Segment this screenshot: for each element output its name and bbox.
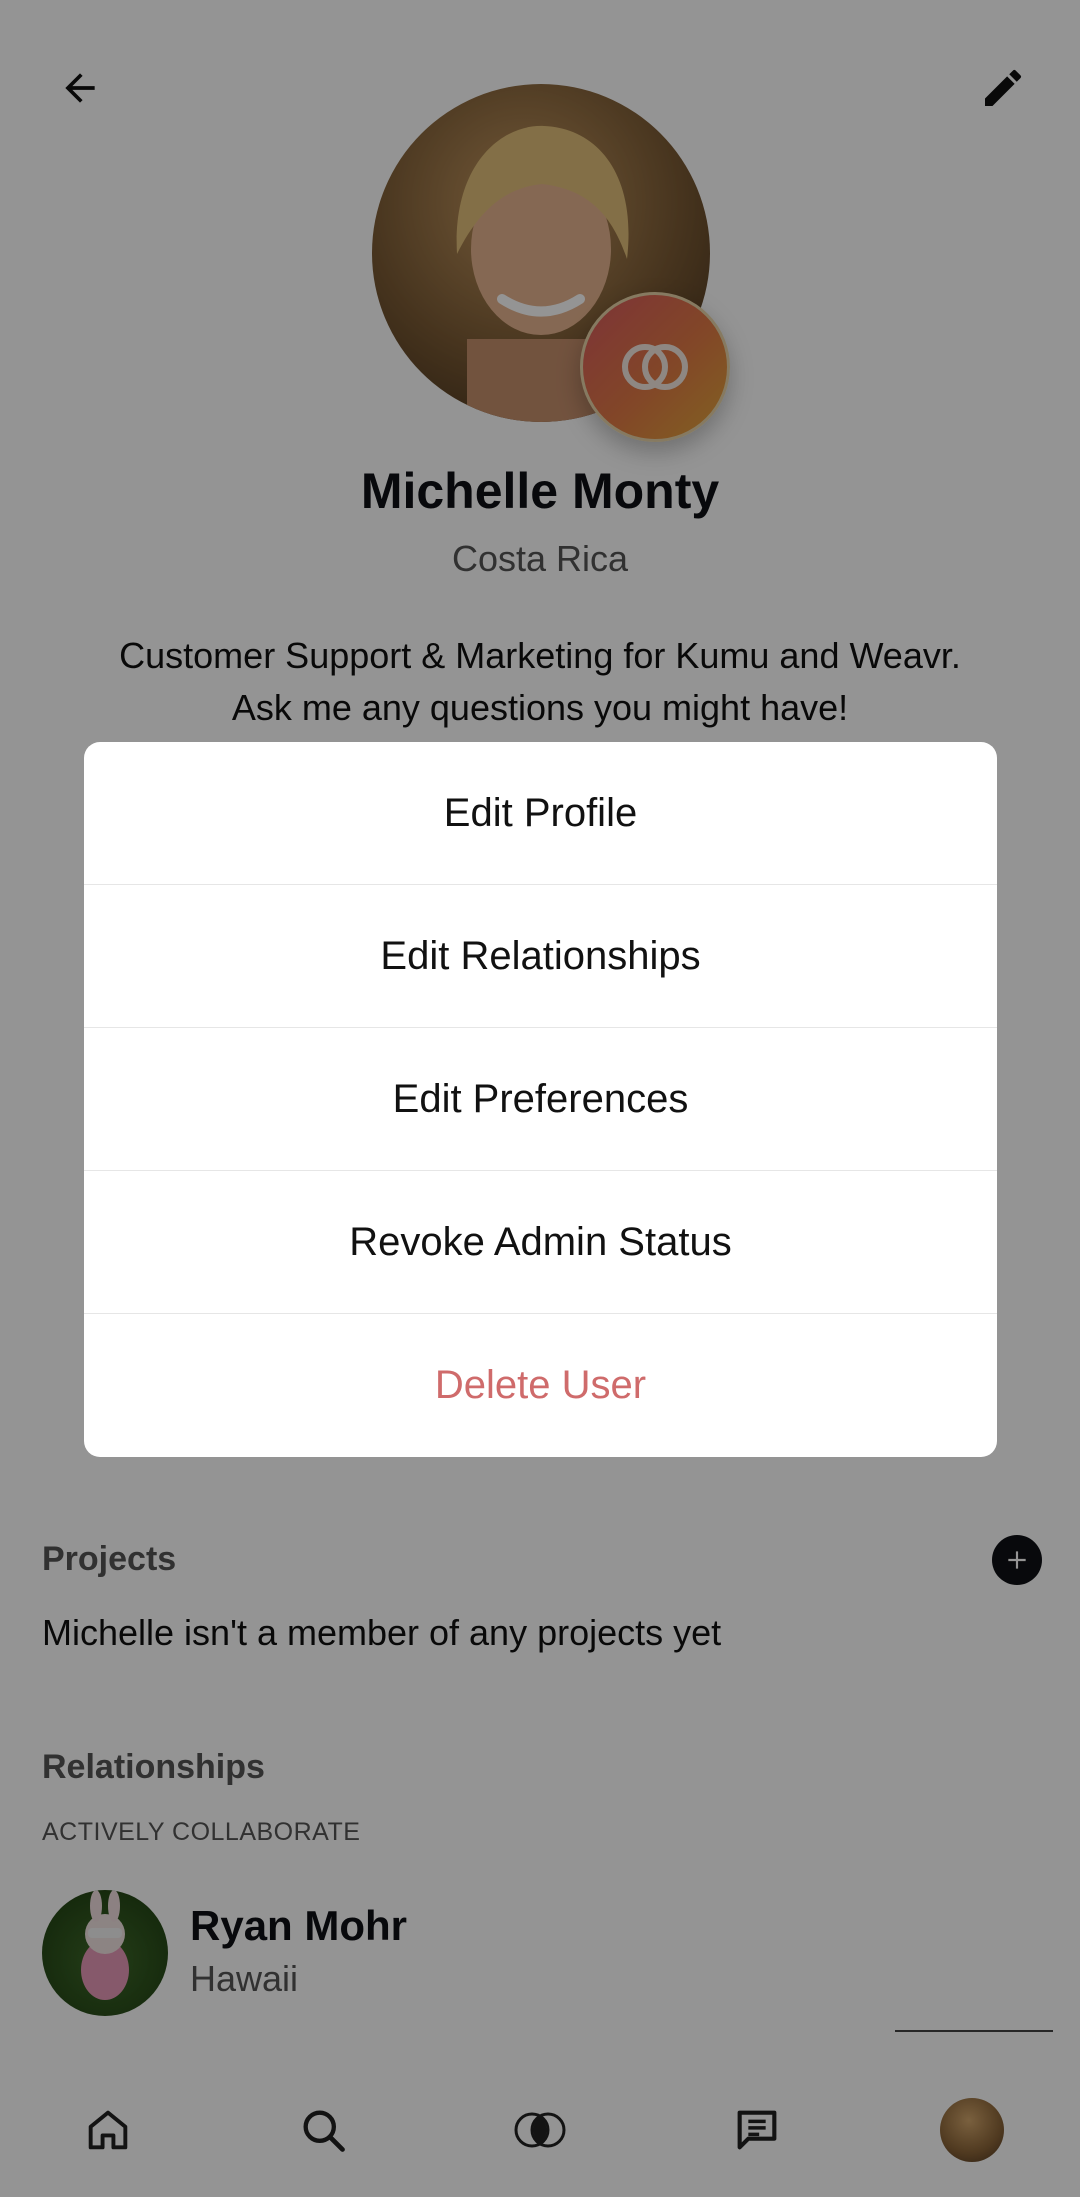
delete-user-option[interactable]: Delete User	[84, 1314, 997, 1457]
action-sheet: Edit Profile Edit Relationships Edit Pre…	[84, 742, 997, 1457]
revoke-admin-status-option[interactable]: Revoke Admin Status	[84, 1171, 997, 1314]
edit-relationships-option[interactable]: Edit Relationships	[84, 885, 997, 1028]
profile-screen: Michelle Monty Costa Rica Customer Suppo…	[0, 0, 1080, 2197]
edit-profile-option[interactable]: Edit Profile	[84, 742, 997, 885]
edit-preferences-option[interactable]: Edit Preferences	[84, 1028, 997, 1171]
